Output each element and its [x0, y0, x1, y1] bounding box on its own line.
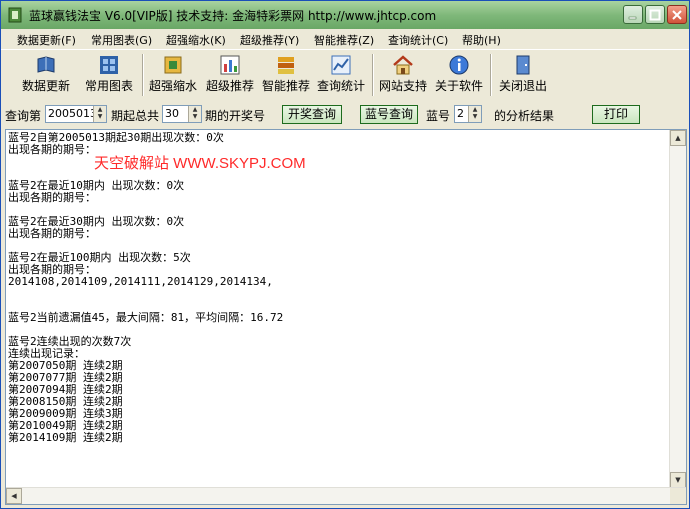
toolbar-website-support-button[interactable]: 网站支持: [376, 52, 430, 98]
chart-grid-icon: [100, 56, 118, 74]
menu-smart-recommend[interactable]: 智能推荐(Z): [314, 32, 374, 48]
toolbar-common-charts-button[interactable]: 常用图表: [81, 52, 137, 98]
menu-bar: 数据更新(F) 常用图表(G) 超强缩水(K) 超级推荐(Y) 智能推荐(Z) …: [1, 29, 689, 49]
menu-query-statistics[interactable]: 查询统计(C): [388, 32, 448, 48]
vertical-scrollbar[interactable]: ▲ ▼: [669, 130, 686, 488]
result-line: 第2014109期 连续2期: [8, 431, 123, 444]
result-label: 的分析结果: [494, 109, 555, 123]
statistics-icon: [331, 55, 351, 75]
toolbar: 数据更新 常用图表 超强缩水 超级推荐 智能推荐 查询统计 网站支持 关于软件 …: [1, 49, 689, 103]
house-icon: [393, 55, 413, 75]
count-value: 30: [165, 107, 179, 120]
book-icon: [37, 56, 55, 73]
toolbar-query-statistics-button[interactable]: 查询统计: [314, 52, 368, 98]
minimize-icon: [628, 16, 637, 20]
close-icon: [672, 10, 682, 20]
toolbar-separator: [372, 54, 374, 96]
close-button[interactable]: [667, 5, 687, 24]
toolbar-super-shrink-button[interactable]: 超强缩水: [145, 52, 201, 98]
layers-icon: [278, 57, 294, 74]
issue-stepper[interactable]: 2005013 ▲ ▼: [45, 105, 107, 123]
result-line: 蓝号2自第2005013期起30期出现次数：0次: [8, 132, 224, 144]
query-bar: 查询第 2005013 ▲ ▼ 期起总共 30 ▲ ▼ 期的开奖号 开奖查询 蓝号查…: [1, 102, 689, 128]
title-bar[interactable]: 蓝球赢钱法宝 V6.0[VIP版] 技术支持: 金海特彩票网 http://ww…: [1, 1, 689, 30]
print-button[interactable]: 打印: [592, 105, 640, 124]
shrink-icon: [164, 56, 182, 74]
toolbar-separator: [490, 54, 492, 96]
toolbar-smart-recommend-button[interactable]: 智能推荐: [259, 52, 313, 98]
toolbar-exit-button[interactable]: 关闭退出: [495, 52, 551, 98]
result-line: 出现各期的期号：: [8, 191, 96, 204]
blue-number-stepper-arrows[interactable]: ▲ ▼: [468, 106, 481, 122]
minimize-button[interactable]: [623, 5, 643, 24]
scrollbar-corner: [670, 488, 686, 504]
info-icon: [449, 55, 469, 75]
draw-query-button[interactable]: 开奖查询: [282, 105, 342, 124]
toolbar-separator: [142, 54, 144, 96]
maximize-icon: [649, 9, 661, 21]
horizontal-scrollbar[interactable]: ◀ ▶: [6, 487, 686, 504]
toolbar-super-recommend-button[interactable]: 超级推荐: [203, 52, 257, 98]
result-line: 出现各期的期号：: [8, 227, 96, 240]
result-line: 蓝号2在最近100期内 出现次数：5次: [8, 251, 191, 264]
query-middle-label: 期起总共: [111, 109, 160, 123]
blue-number-stepper[interactable]: 2 ▲ ▼: [454, 105, 482, 123]
issue-stepper-arrows[interactable]: ▲ ▼: [93, 106, 106, 122]
result-line: 2014108,2014109,2014111,2014129,2014134,: [8, 275, 273, 288]
window-title: 蓝球赢钱法宝 V6.0[VIP版] 技术支持: 金海特彩票网 http://ww…: [29, 9, 437, 23]
menu-data-update[interactable]: 数据更新(F): [17, 32, 76, 48]
app-window: 蓝球赢钱法宝 V6.0[VIP版] 技术支持: 金海特彩票网 http://ww…: [0, 0, 690, 509]
maximize-button[interactable]: [645, 5, 665, 24]
result-line: [8, 288, 686, 300]
toolbar-data-update-button[interactable]: 数据更新: [19, 52, 73, 98]
bar-chart-icon: [220, 55, 240, 75]
scroll-left-icon[interactable]: ◀: [6, 488, 22, 504]
app-icon: [8, 7, 22, 23]
menu-common-charts[interactable]: 常用图表(G): [91, 32, 152, 48]
toolbar-about-button[interactable]: 关于软件: [432, 52, 486, 98]
query-prefix-label: 查询第: [5, 109, 42, 123]
issue-value: 2005013: [48, 107, 97, 120]
result-text: 蓝号2自第2005013期起30期出现次数：0次 出现各期的期号： 蓝号2在最近10…: [8, 132, 686, 488]
result-line: 蓝号2连续出现的次数7次: [8, 335, 132, 348]
result-line: 蓝号2在最近10期内 出现次数：0次: [8, 179, 185, 192]
result-line: 蓝号2在最近30期内 出现次数：0次: [8, 215, 185, 228]
scroll-up-icon[interactable]: ▲: [670, 130, 686, 146]
result-line: 蓝号2当前遗漏值45，最大间隔：81，平均间隔：16.72: [8, 311, 284, 324]
query-suffix-label: 期的开奖号: [205, 109, 266, 123]
blue-number-value: 2: [457, 107, 464, 120]
result-text-area[interactable]: 蓝号2自第2005013期起30期出现次数：0次 出现各期的期号： 蓝号2在最近10…: [5, 129, 687, 505]
count-stepper-arrows[interactable]: ▲ ▼: [188, 106, 201, 122]
exit-door-icon: [516, 55, 530, 75]
watermark-text: 天空破解站 WWW.SKYPJ.COM: [94, 155, 306, 172]
count-stepper[interactable]: 30 ▲ ▼: [162, 105, 202, 123]
menu-super-recommend[interactable]: 超级推荐(Y): [240, 32, 299, 48]
blue-query-button[interactable]: 蓝号查询: [360, 105, 418, 124]
scroll-down-icon[interactable]: ▼: [670, 472, 686, 488]
blue-number-label: 蓝号: [426, 109, 451, 123]
menu-super-shrink[interactable]: 超强缩水(K): [166, 32, 226, 48]
menu-help[interactable]: 帮助(H): [462, 32, 501, 48]
